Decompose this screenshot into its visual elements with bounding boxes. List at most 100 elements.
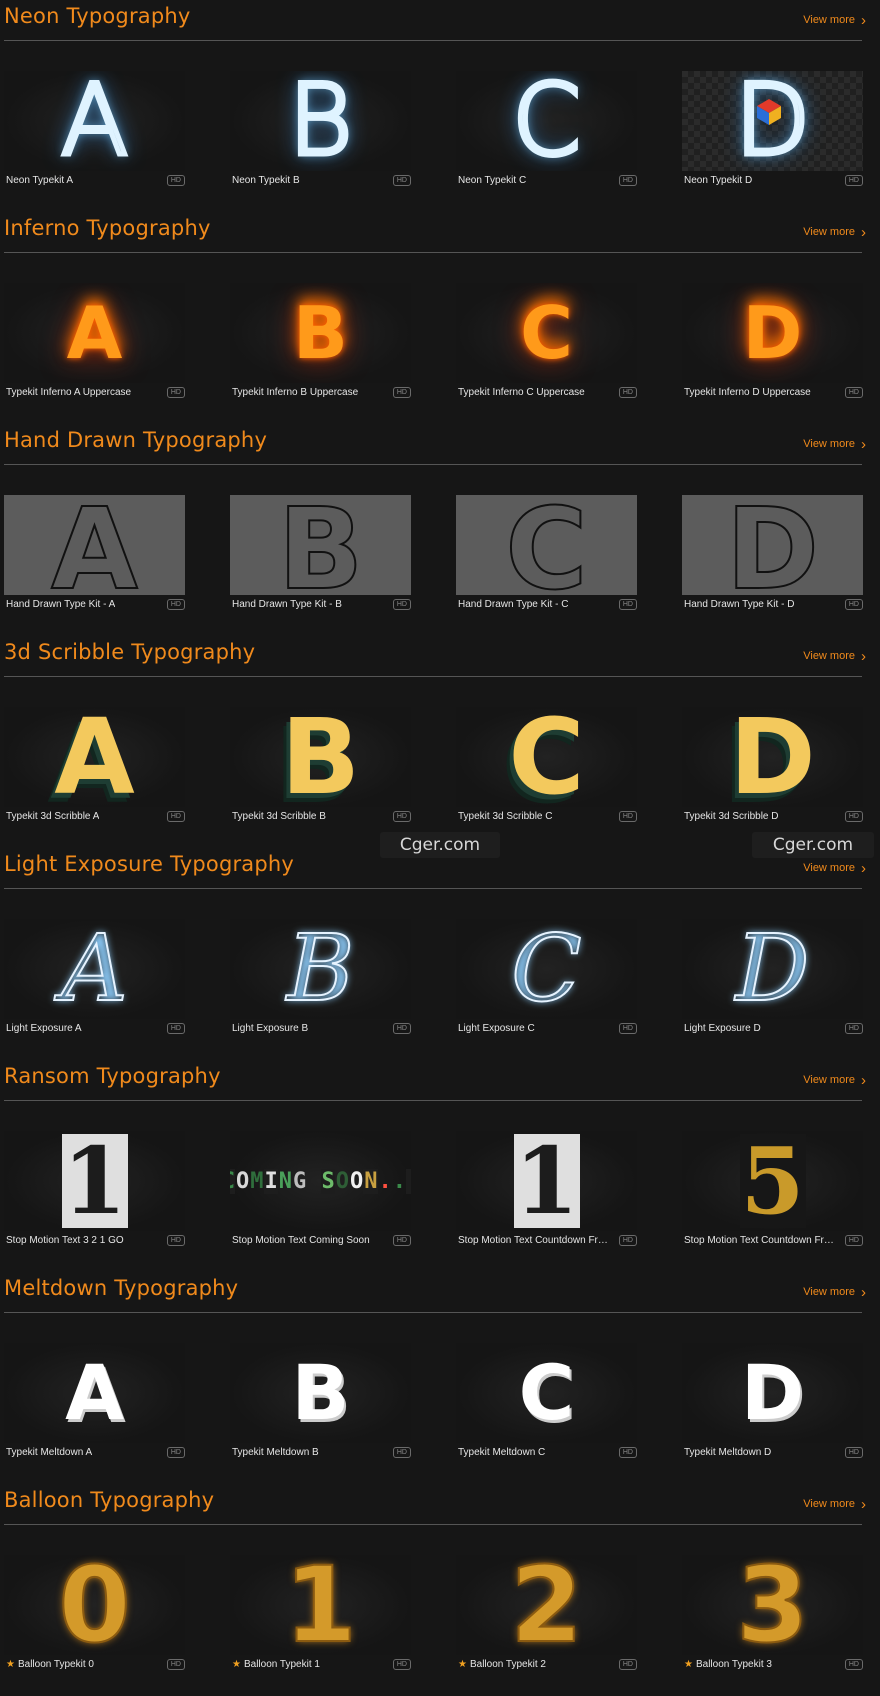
template-title[interactable]: Hand Drawn Type Kit - C [458,599,568,610]
template-thumbnail[interactable]: C [456,919,637,1019]
template-thumbnail[interactable]: C [456,71,637,171]
template-thumbnail[interactable]: 2 [456,1555,637,1655]
template-thumbnail[interactable]: B [230,1343,411,1443]
template-card[interactable]: D Typekit Meltdown D HD [682,1343,863,1461]
template-card[interactable]: COMING SOON... Stop Motion Text Coming So… [230,1131,411,1249]
template-card[interactable]: B Light Exposure B HD [230,919,411,1037]
template-title[interactable]: Neon Typekit D [684,175,752,186]
template-title[interactable]: Typekit Inferno C Uppercase [458,387,585,398]
template-thumbnail[interactable]: B [230,495,411,595]
template-card[interactable]: B Typekit Meltdown B HD [230,1343,411,1461]
template-card[interactable]: A Neon Typekit A HD [4,71,185,189]
template-thumbnail[interactable]: B [230,919,411,1019]
template-title[interactable]: Light Exposure A [6,1023,82,1034]
template-thumbnail[interactable]: D [682,495,863,595]
template-thumbnail[interactable]: D [682,919,863,1019]
template-title[interactable]: Typekit Inferno D Uppercase [684,387,811,398]
template-card[interactable]: A Typekit Meltdown A HD [4,1343,185,1461]
template-title[interactable]: Typekit Meltdown A [6,1447,92,1458]
template-title[interactable]: Light Exposure D [684,1023,761,1034]
template-thumbnail[interactable]: 1 [230,1555,411,1655]
template-title[interactable]: Stop Motion Text 3 2 1 GO [6,1235,124,1246]
template-title[interactable]: Typekit Meltdown D [684,1447,771,1458]
template-card[interactable]: A Light Exposure A HD [4,919,185,1037]
template-thumbnail[interactable]: C [456,707,637,807]
template-card[interactable]: D Neon Typekit D HD [682,71,863,189]
template-card[interactable]: A Hand Drawn Type Kit - A HD [4,495,185,613]
template-thumbnail[interactable]: A [4,1343,185,1443]
template-thumbnail[interactable]: 1 [4,1131,185,1231]
template-thumbnail[interactable]: COMING SOON... [230,1131,411,1231]
template-title[interactable]: Typekit Inferno B Uppercase [232,387,358,398]
template-thumbnail[interactable]: 1 [456,1131,637,1231]
template-title[interactable]: Typekit 3d Scribble C [458,811,553,822]
template-card[interactable]: B Hand Drawn Type Kit - B HD [230,495,411,613]
view-more-link[interactable]: View more › [803,437,866,452]
template-card[interactable]: B Typekit 3d Scribble B HD [230,707,411,825]
template-title[interactable]: Balloon Typekit 0 [18,1659,94,1670]
template-thumbnail[interactable]: 0 [4,1555,185,1655]
template-card[interactable]: 1 ★ Balloon Typekit 1 HD [230,1555,411,1673]
template-card[interactable]: A Typekit 3d Scribble A HD [4,707,185,825]
template-thumbnail[interactable]: C [456,495,637,595]
template-card[interactable]: 0 ★ Balloon Typekit 0 HD [4,1555,185,1673]
template-card[interactable]: D Typekit Inferno D Uppercase HD [682,283,863,401]
template-thumbnail[interactable]: B [230,707,411,807]
template-title[interactable]: Balloon Typekit 1 [244,1659,320,1670]
template-title[interactable]: Typekit 3d Scribble D [684,811,779,822]
template-card[interactable]: B Typekit Inferno B Uppercase HD [230,283,411,401]
template-card[interactable]: C Hand Drawn Type Kit - C HD [456,495,637,613]
template-card[interactable]: C Typekit Inferno C Uppercase HD [456,283,637,401]
template-thumbnail[interactable]: A [4,71,185,171]
template-thumbnail[interactable]: D [682,1343,863,1443]
template-card[interactable]: A Typekit Inferno A Uppercase HD [4,283,185,401]
template-thumbnail[interactable]: B [230,283,411,383]
template-title[interactable]: Hand Drawn Type Kit - A [6,599,115,610]
view-more-link[interactable]: View more › [803,649,866,664]
template-title[interactable]: Typekit 3d Scribble A [6,811,99,822]
template-title[interactable]: Typekit Meltdown B [232,1447,319,1458]
template-thumbnail[interactable]: A [4,283,185,383]
view-more-link[interactable]: View more › [803,1285,866,1300]
template-card[interactable]: C Light Exposure C HD [456,919,637,1037]
template-title[interactable]: Neon Typekit A [6,175,73,186]
template-card[interactable]: D Light Exposure D HD [682,919,863,1037]
template-card[interactable]: C Typekit 3d Scribble C HD [456,707,637,825]
template-card[interactable]: 1 Stop Motion Text 3 2 1 GO HD [4,1131,185,1249]
template-title[interactable]: Light Exposure B [232,1023,308,1034]
template-title[interactable]: Stop Motion Text Countdown From 5 [684,1235,834,1246]
template-card[interactable]: D Hand Drawn Type Kit - D HD [682,495,863,613]
view-more-link[interactable]: View more › [803,1073,866,1088]
view-more-link[interactable]: View more › [803,1497,866,1512]
template-title[interactable]: Stop Motion Text Countdown From 10 [458,1235,608,1246]
template-thumbnail[interactable]: B [230,71,411,171]
template-thumbnail[interactable]: C [456,1343,637,1443]
template-thumbnail[interactable]: 5 [682,1131,863,1231]
template-title[interactable]: Balloon Typekit 2 [470,1659,546,1670]
template-card[interactable]: C Typekit Meltdown C HD [456,1343,637,1461]
template-thumbnail[interactable]: A [4,707,185,807]
template-card[interactable]: 2 ★ Balloon Typekit 2 HD [456,1555,637,1673]
template-title[interactable]: Hand Drawn Type Kit - B [232,599,342,610]
template-thumbnail[interactable]: D [682,71,863,171]
template-thumbnail[interactable]: 3 [682,1555,863,1655]
template-title[interactable]: Neon Typekit B [232,175,300,186]
template-title[interactable]: Typekit 3d Scribble B [232,811,326,822]
template-card[interactable]: 3 ★ Balloon Typekit 3 HD [682,1555,863,1673]
template-title[interactable]: Light Exposure C [458,1023,535,1034]
template-thumbnail[interactable]: D [682,707,863,807]
template-title[interactable]: Hand Drawn Type Kit - D [684,599,794,610]
template-title[interactable]: Typekit Inferno A Uppercase [6,387,131,398]
template-thumbnail[interactable]: C [456,283,637,383]
template-title[interactable]: Typekit Meltdown C [458,1447,545,1458]
template-thumbnail[interactable]: A [4,919,185,1019]
template-card[interactable]: 5 Stop Motion Text Countdown From 5 HD [682,1131,863,1249]
template-card[interactable]: D Typekit 3d Scribble D HD [682,707,863,825]
template-card[interactable]: B Neon Typekit B HD [230,71,411,189]
template-title[interactable]: Neon Typekit C [458,175,526,186]
view-more-link[interactable]: View more › [803,225,866,240]
template-card[interactable]: C Neon Typekit C HD [456,71,637,189]
view-more-link[interactable]: View more › [803,861,866,876]
template-thumbnail[interactable]: D [682,283,863,383]
template-thumbnail[interactable]: A [4,495,185,595]
